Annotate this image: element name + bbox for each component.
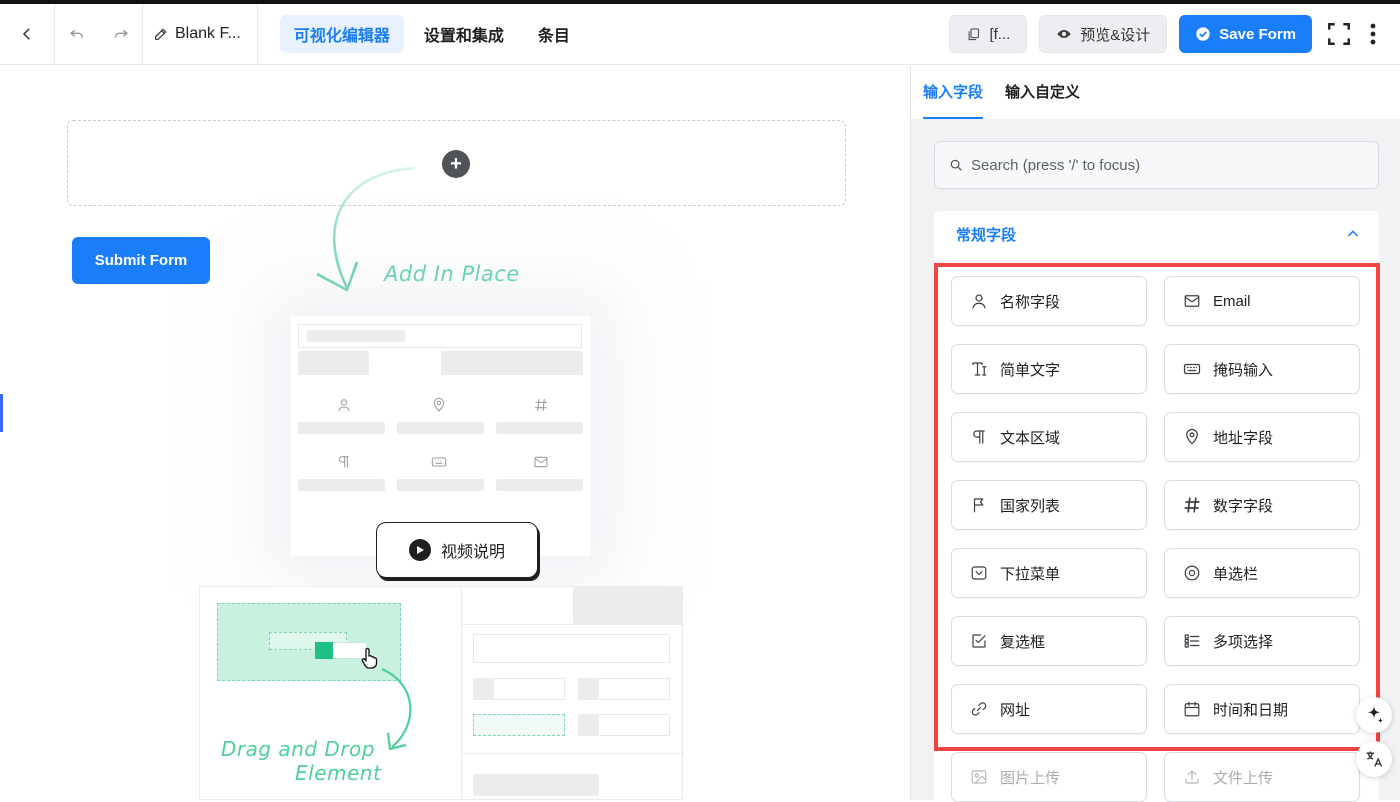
illus-field-label [496,479,583,491]
ai-assistant-button[interactable] [1356,697,1392,733]
preview-design-button[interactable]: 预览&设计 [1039,15,1168,53]
copy-icon [969,27,980,40]
illus-field-icon [578,714,599,736]
top-toolbar: Blank F... 可视化编辑器 设置和集成 条目 [f... 预览&设计 S… [0,3,1400,65]
shortcode-label: [f... [989,25,1011,43]
editor-tabs: 可视化编辑器 设置和集成 条目 [279,15,584,53]
eye-icon [1057,30,1071,38]
illus-tab [298,351,369,375]
tab-input-customization[interactable]: 输入自定义 [1005,81,1080,119]
add-in-place-illustration [291,316,591,556]
hash-icon [535,398,547,412]
illus-dragged-handle [315,642,333,659]
tab-settings-integrations[interactable]: 设置和集成 [410,15,518,53]
field-item-file-upload[interactable]: 文件上传 [1164,752,1360,802]
preview-label: 预览&设计 [1080,26,1151,44]
field-item-image-upload[interactable]: 图片上传 [951,752,1147,802]
translate-button[interactable] [1356,741,1392,777]
illus-divider [461,587,462,801]
illus-field-label [298,479,385,491]
undo-button[interactable] [55,4,99,65]
highlight-box [934,263,1380,751]
toolbar-actions: [f... 预览&设计 Save Form [949,15,1380,53]
envelope-icon [534,456,548,468]
plus-icon: + [450,152,462,175]
field-item-label: 文件上传 [1213,769,1274,787]
save-form-button[interactable]: Save Form [1179,15,1312,53]
video-tutorial-button[interactable]: 视频说明 [376,522,538,578]
undo-icon [70,29,83,38]
redo-button[interactable] [99,3,143,65]
search-icon [950,159,962,171]
drag-drop-caption-1: Drag and Drop [221,737,375,761]
general-fields-header[interactable]: 常规字段 [934,211,1379,257]
field-item-label: 图片上传 [1000,769,1061,787]
fullscreen-icon [1328,23,1350,45]
illus-field-icon [473,678,494,700]
illus-field-icon [578,678,599,700]
file-upload-icon [1185,770,1199,784]
paragraph-icon [338,456,349,468]
illus-section-bar [473,774,599,796]
fullscreen-button[interactable] [1324,15,1354,53]
form-title-editor[interactable]: Blank F... [143,3,258,65]
chevron-left-icon [22,28,30,40]
illus-field-label [397,422,484,434]
image-upload-icon [971,770,987,784]
user-icon [338,399,350,412]
illus-search-text [307,330,405,342]
search-placeholder: Search (press '/' to focus) [971,156,1141,174]
tab-visual-editor[interactable]: 可视化编辑器 [279,15,404,53]
form-canvas: + Add In Place Submit Form 视频说明 Drag and… [0,66,910,801]
submit-form-button[interactable]: Submit Form [72,237,210,284]
section-title: 常规字段 [956,226,1017,244]
tab-entries[interactable]: 条目 [524,15,584,53]
tab-input-fields[interactable]: 输入字段 [923,81,984,119]
map-pin-icon [433,397,445,412]
chevron-up-icon [1347,230,1359,237]
illus-tab [573,587,683,624]
illus-field-label [496,422,583,434]
translate-icon [1366,751,1383,767]
drag-drop-illustration: Drag and Drop Element [199,586,684,801]
illus-field-label [397,479,484,491]
check-circle-icon [1196,27,1210,41]
illus-empty-slot [473,714,565,736]
illus-tab [441,351,583,375]
illus-divider [461,624,684,625]
sparkle-icon [1367,705,1384,724]
canvas-edge-marker [0,394,3,432]
illus-divider [461,753,684,754]
video-label: 视频说明 [440,544,505,561]
redo-icon [114,29,128,38]
keyboard-icon [431,457,447,467]
drag-drop-caption-2: Element [295,761,382,785]
add-in-place-caption: Add In Place [384,262,520,286]
illus-field-label [298,422,385,434]
vertical-dots-icon [1370,23,1376,45]
form-title: Blank F... [175,25,241,42]
add-field-button[interactable]: + [442,150,470,178]
hand-cursor-icon [361,647,378,669]
shortcode-copy-button[interactable]: [f... [949,15,1028,53]
illus-search-box [473,634,670,663]
more-options-button[interactable] [1366,15,1380,53]
drag-drop-arrow [381,667,412,751]
field-search-input[interactable]: Search (press '/' to focus) [934,141,1379,189]
pencil-icon [155,28,167,40]
save-label: Save Form [1219,25,1296,43]
play-icon [408,539,431,561]
back-button[interactable] [0,3,55,65]
sidebar-tabs: 输入字段 输入自定义 [911,66,1400,120]
